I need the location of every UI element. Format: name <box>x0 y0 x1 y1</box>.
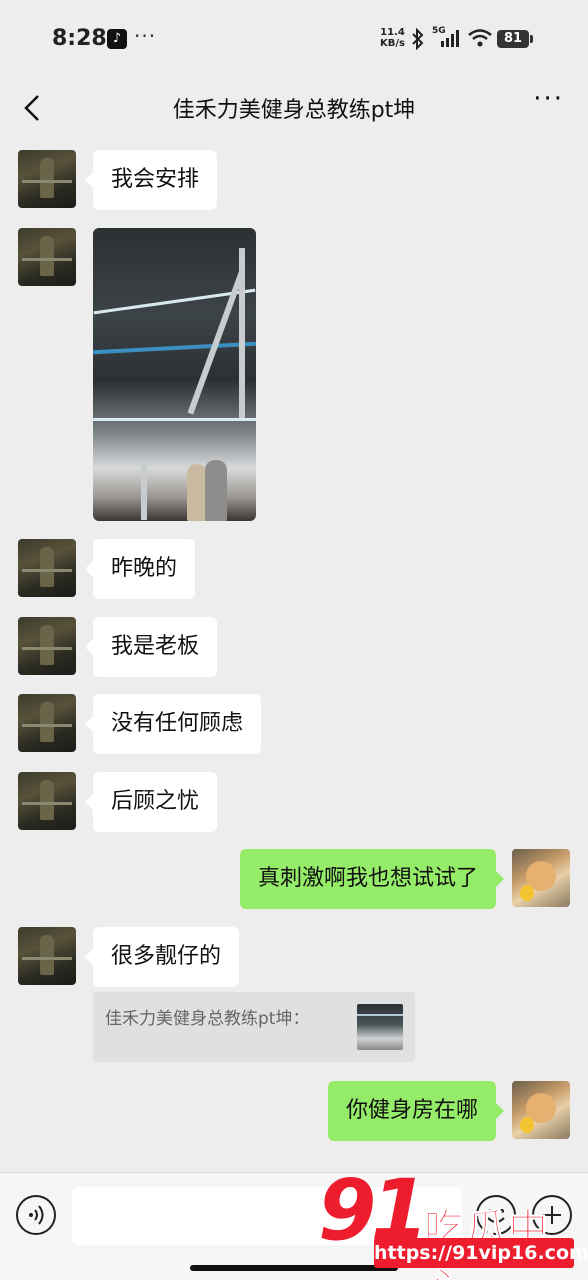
contact-avatar[interactable] <box>18 150 76 208</box>
incoming-message[interactable]: 没有任何顾虑 <box>84 694 262 754</box>
outgoing-message[interactable]: 真刺激啊我也想试试了 <box>239 849 505 909</box>
contact-avatar[interactable] <box>18 694 76 752</box>
chat-title: 佳禾力美健身总教练pt坤 <box>172 98 416 123</box>
contact-avatar[interactable] <box>18 228 76 286</box>
photo-person <box>205 460 227 521</box>
chat-header: 佳禾力美健身总教练pt坤 ··· <box>0 80 588 136</box>
photo-gym-rack <box>239 248 245 418</box>
home-indicator[interactable] <box>190 1265 398 1271</box>
status-time: 8:28 <box>52 26 107 51</box>
photo-person <box>187 464 207 521</box>
my-avatar[interactable] <box>512 1081 570 1139</box>
contact-avatar[interactable] <box>18 927 76 985</box>
status-more-notifications: ··· <box>134 24 157 48</box>
wifi-icon <box>468 29 492 47</box>
more-options-button[interactable]: ··· <box>533 84 564 114</box>
tiktok-notification-icon: ♪ <box>107 29 127 49</box>
status-bar: 8:28 ♪ ··· 11.4 KB/s 5G 81 <box>0 0 588 80</box>
incoming-message[interactable]: 我会安排 <box>84 150 218 210</box>
photo-ceiling-light <box>93 418 256 421</box>
outgoing-message[interactable]: 你健身房在哪 <box>327 1081 505 1141</box>
my-avatar[interactable] <box>512 849 570 907</box>
quoted-image-thumbnail <box>357 1004 403 1050</box>
watermark-url: https://91vip16.com <box>374 1238 588 1268</box>
bluetooth-icon <box>412 28 424 50</box>
image-message[interactable] <box>93 228 256 521</box>
network-speed-unit: KB/s <box>380 38 405 49</box>
contact-avatar[interactable] <box>18 539 76 597</box>
quoted-message[interactable]: 佳禾力美健身总教练pt坤： <box>93 992 415 1062</box>
photo-ceiling-pipe <box>93 341 256 355</box>
message-list[interactable]: 我会安排 昨晚的 我是老板 没有任何顾虑 后顾之忧 真刺激啊我也想试试了 很多靓… <box>0 140 588 1170</box>
voice-icon <box>29 1205 44 1225</box>
contact-avatar[interactable] <box>18 772 76 830</box>
photo-gym-rack <box>141 460 147 520</box>
voice-input-button[interactable] <box>16 1195 56 1235</box>
incoming-message[interactable]: 很多靓仔的 <box>84 927 240 987</box>
battery-icon: 81 <box>497 30 533 48</box>
cellular-signal-icon <box>441 30 459 47</box>
incoming-message[interactable]: 昨晚的 <box>84 539 196 599</box>
network-speed-value: 11.4 <box>380 27 405 38</box>
contact-avatar[interactable] <box>18 617 76 675</box>
quoted-message-author: 佳禾力美健身总教练pt坤： <box>105 1009 310 1029</box>
incoming-message[interactable]: 后顾之忧 <box>84 772 218 832</box>
network-speed: 11.4 KB/s <box>380 27 405 49</box>
incoming-message[interactable]: 我是老板 <box>84 617 218 677</box>
